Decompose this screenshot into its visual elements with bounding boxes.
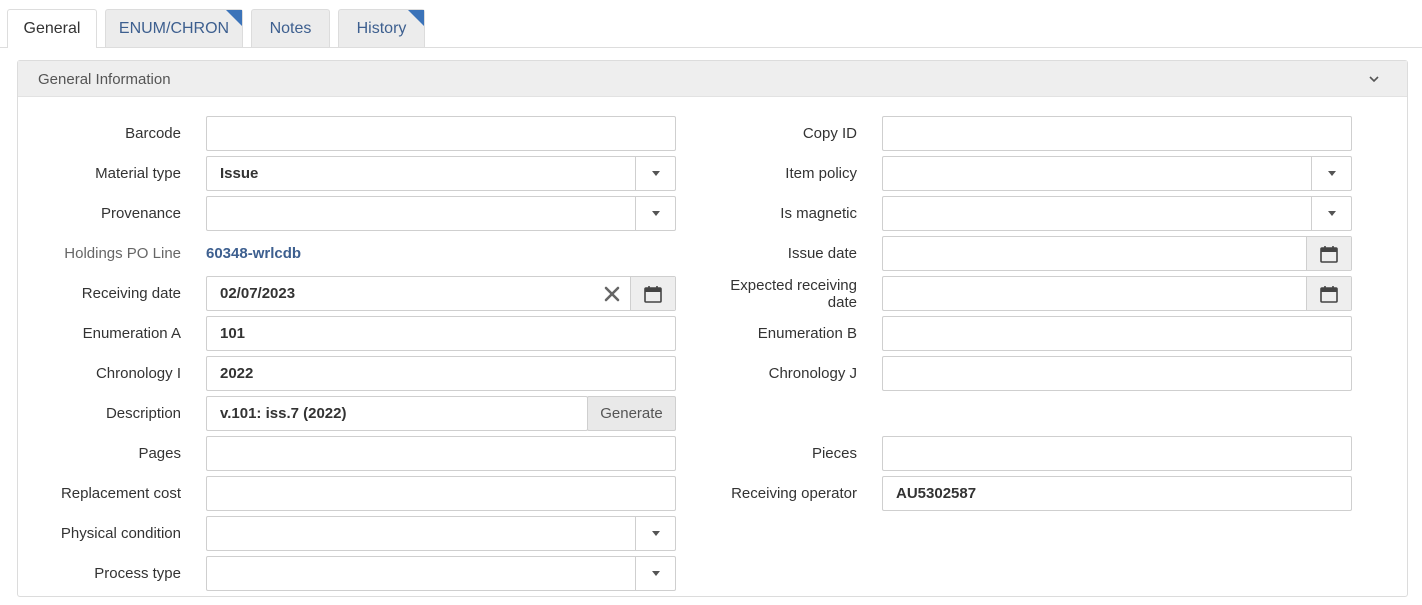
calendar-icon xyxy=(1320,285,1338,303)
physical-condition-select[interactable] xyxy=(206,516,676,551)
caret-down-icon xyxy=(1327,171,1336,176)
chronology-j-label: Chronology J xyxy=(768,365,857,382)
process-type-label: Process type xyxy=(94,565,181,582)
description-input[interactable]: v.101: iss.7 (2022) xyxy=(206,396,588,431)
replacement-cost-input[interactable] xyxy=(206,476,676,511)
chronology-i-value: 2022 xyxy=(220,365,254,382)
copy-id-input[interactable] xyxy=(882,116,1352,151)
receiving-operator-value: AU5302587 xyxy=(896,485,977,502)
physical-condition-dropdown-button[interactable] xyxy=(635,517,675,550)
expected-receiving-date-input[interactable] xyxy=(882,276,1352,311)
replacement-cost-label: Replacement cost xyxy=(60,485,181,502)
material-type-dropdown-button[interactable] xyxy=(635,157,675,190)
enumeration-a-input[interactable]: 101 xyxy=(206,316,676,351)
receiving-operator-input[interactable]: AU5302587 xyxy=(882,476,1352,511)
provenance-select[interactable] xyxy=(206,196,676,231)
expected-receiving-date-label-line1: Expected receiving xyxy=(730,277,857,294)
panel-header[interactable]: General Information xyxy=(18,61,1407,97)
chronology-j-input[interactable] xyxy=(882,356,1352,391)
pages-label: Pages xyxy=(138,445,181,462)
tab-bar-divider xyxy=(0,47,1422,48)
tab-bar: General ENUM/CHRON Notes History xyxy=(0,0,1422,48)
tab-label: History xyxy=(356,19,407,37)
enumeration-a-value: 101 xyxy=(220,325,246,342)
receiving-date-value: 02/07/2023 xyxy=(220,285,296,302)
tab-label: Notes xyxy=(269,19,312,37)
barcode-input[interactable] xyxy=(206,116,676,151)
provenance-dropdown-button[interactable] xyxy=(635,197,675,230)
issue-date-input[interactable] xyxy=(882,236,1352,271)
description-value: v.101: iss.7 (2022) xyxy=(220,405,347,422)
note-corner-icon xyxy=(226,10,242,26)
calendar-icon xyxy=(1320,245,1338,263)
note-corner-icon xyxy=(408,10,424,26)
issue-date-calendar-button[interactable] xyxy=(1306,237,1351,270)
expected-receiving-date-calendar-button[interactable] xyxy=(1306,277,1351,310)
chevron-down-icon[interactable] xyxy=(1367,72,1381,86)
generate-button[interactable]: Generate xyxy=(587,396,676,431)
issue-date-label: Issue date xyxy=(787,245,857,262)
tab-label: ENUM/CHRON xyxy=(118,19,230,37)
enumeration-b-label: Enumeration B xyxy=(757,325,857,342)
is-magnetic-dropdown-button[interactable] xyxy=(1311,197,1351,230)
holdings-po-line-label: Holdings PO Line xyxy=(64,245,181,262)
description-label: Description xyxy=(105,405,181,422)
enumeration-a-label: Enumeration A xyxy=(82,325,181,342)
pages-input[interactable] xyxy=(206,436,676,471)
tab-enum-chron[interactable]: ENUM/CHRON xyxy=(105,9,243,47)
physical-condition-label: Physical condition xyxy=(60,525,181,542)
item-policy-dropdown-button[interactable] xyxy=(1311,157,1351,190)
item-policy-label: Item policy xyxy=(785,165,857,182)
clear-x-icon[interactable] xyxy=(603,285,621,303)
receiving-date-calendar-button[interactable] xyxy=(630,277,675,310)
is-magnetic-select[interactable] xyxy=(882,196,1352,231)
material-type-value: Issue xyxy=(220,165,259,182)
copy-id-label: Copy ID xyxy=(802,125,857,142)
process-type-select[interactable] xyxy=(206,556,676,591)
provenance-label: Provenance xyxy=(100,205,181,222)
caret-down-icon xyxy=(651,571,660,576)
pieces-label: Pieces xyxy=(811,445,857,462)
expected-receiving-date-label-line2: date xyxy=(827,294,857,311)
material-type-label: Material type xyxy=(95,165,181,182)
item-policy-select[interactable] xyxy=(882,156,1352,191)
panel-title: General Information xyxy=(38,71,171,88)
chronology-i-input[interactable]: 2022 xyxy=(206,356,676,391)
caret-down-icon xyxy=(651,171,660,176)
caret-down-icon xyxy=(1327,211,1336,216)
tab-general[interactable]: General xyxy=(7,9,97,48)
calendar-icon xyxy=(644,285,662,303)
material-type-select[interactable]: Issue xyxy=(206,156,676,191)
caret-down-icon xyxy=(651,211,660,216)
process-type-dropdown-button[interactable] xyxy=(635,557,675,590)
tab-label: General xyxy=(23,20,81,37)
tab-notes[interactable]: Notes xyxy=(251,9,330,47)
receiving-date-label: Receiving date xyxy=(81,285,181,302)
enumeration-b-input[interactable] xyxy=(882,316,1352,351)
receiving-operator-label: Receiving operator xyxy=(731,485,857,502)
is-magnetic-label: Is magnetic xyxy=(780,205,857,222)
tab-history[interactable]: History xyxy=(338,9,425,47)
pieces-input[interactable] xyxy=(882,436,1352,471)
barcode-label: Barcode xyxy=(125,125,181,142)
expected-receiving-date-label: Expected receiving date xyxy=(697,277,857,311)
caret-down-icon xyxy=(651,531,660,536)
holdings-po-line-link[interactable]: 60348-wrlcdb xyxy=(206,245,301,262)
chronology-i-label: Chronology I xyxy=(95,365,181,382)
receiving-date-input[interactable]: 02/07/2023 xyxy=(206,276,676,311)
